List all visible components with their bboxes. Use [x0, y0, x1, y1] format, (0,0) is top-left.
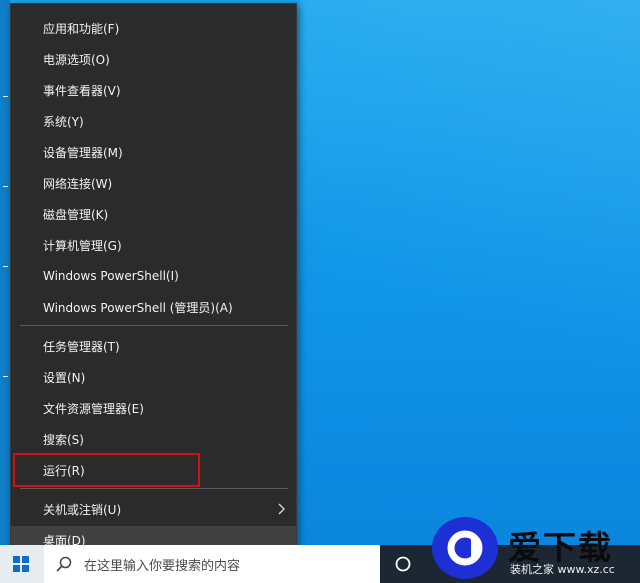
menu-item-apps-features[interactable]: 应用和功能(F)	[11, 14, 296, 42]
menu-item-label: 搜索(S)	[43, 432, 84, 447]
desktop-icon-fragment	[3, 96, 8, 97]
desktop-left-edge	[0, 0, 10, 545]
menu-item-label: 关机或注销(U)	[43, 502, 122, 517]
search-placeholder: 在这里输入你要搜索的内容	[84, 558, 241, 574]
e-logo-icon	[432, 517, 498, 579]
menu-item-disk-management[interactable]: 磁盘管理(K)	[11, 200, 296, 228]
menu-item-search[interactable]: 搜索(S)	[11, 425, 296, 453]
taskbar-search-box[interactable]: 在这里输入你要搜索的内容	[44, 545, 380, 583]
menu-item-system[interactable]: 系统(Y)	[11, 107, 296, 135]
menu-item-label: Windows PowerShell (管理员)(A)	[43, 300, 233, 315]
menu-item-settings[interactable]: 设置(N)	[11, 363, 296, 391]
menu-item-label: 电源选项(O)	[43, 52, 110, 67]
menu-item-label: 应用和功能(F)	[43, 21, 120, 36]
menu-item-network-connections[interactable]: 网络连接(W)	[11, 169, 296, 197]
menu-item-label: Windows PowerShell(I)	[43, 269, 179, 283]
menu-item-shutdown-signout[interactable]: 关机或注销(U)	[11, 495, 296, 523]
wallpaper-light-shape	[300, 0, 640, 545]
menu-item-label: 事件查看器(V)	[43, 83, 121, 98]
menu-item-task-manager[interactable]: 任务管理器(T)	[11, 332, 296, 360]
menu-item-label: 文件资源管理器(E)	[43, 401, 144, 416]
menu-item-computer-management[interactable]: 计算机管理(G)	[11, 231, 296, 259]
menu-item-event-viewer[interactable]: 事件查看器(V)	[11, 76, 296, 104]
windows-start-icon[interactable]	[0, 545, 42, 583]
task-view-icon[interactable]	[392, 553, 414, 575]
menu-item-label: 网络连接(W)	[43, 176, 113, 191]
menu-item-label: 设置(N)	[43, 370, 86, 385]
menu-item-label: 磁盘管理(K)	[43, 207, 109, 222]
search-icon	[56, 556, 72, 576]
menu-item-label: 系统(Y)	[43, 114, 84, 129]
menu-item-label: 设备管理器(M)	[43, 145, 123, 160]
menu-item-device-manager[interactable]: 设备管理器(M)	[11, 138, 296, 166]
desktop-icon-fragment	[3, 266, 8, 267]
desktop-icon-fragment	[3, 186, 8, 187]
menu-item-power-options[interactable]: 电源选项(O)	[11, 45, 296, 73]
watermark: 爱下载 装机之家 www.xz.cc	[432, 517, 640, 583]
menu-item-powershell[interactable]: Windows PowerShell(I)	[11, 262, 296, 290]
menu-item-label: 任务管理器(T)	[43, 339, 120, 354]
winx-context-menu: 应用和功能(F) 电源选项(O) 事件查看器(V) 系统(Y) 设备管理器(M)…	[10, 3, 297, 559]
menu-separator	[20, 325, 288, 326]
desktop-icon-fragment	[3, 376, 8, 377]
menu-item-label: 计算机管理(G)	[43, 238, 122, 253]
menu-item-file-explorer[interactable]: 文件资源管理器(E)	[11, 394, 296, 422]
chevron-right-icon	[278, 495, 286, 523]
menu-separator	[20, 488, 288, 489]
watermark-subtext: 装机之家 www.xz.cc	[510, 563, 615, 576]
run-highlight-box	[13, 453, 200, 487]
menu-item-powershell-admin[interactable]: Windows PowerShell (管理员)(A)	[11, 293, 296, 321]
